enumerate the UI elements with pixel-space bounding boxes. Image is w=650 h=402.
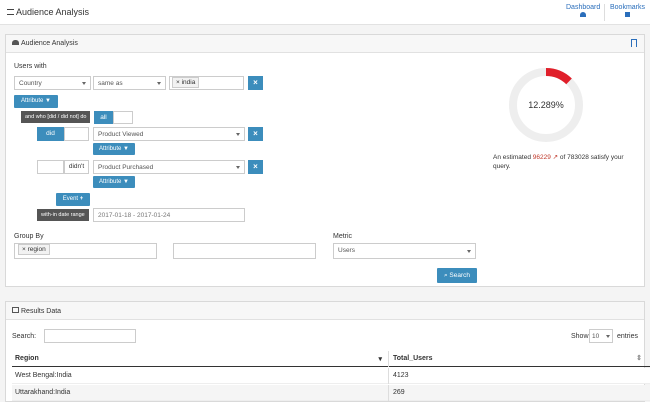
estimate-text: An estimated 96229 ↗ of 783028 satisfy y… bbox=[493, 153, 633, 171]
table-header: Region ▾ Total_Users ⇕ bbox=[12, 351, 650, 367]
show-label: Show bbox=[571, 333, 589, 340]
nav-bookmarks[interactable]: Bookmarks bbox=[610, 4, 645, 17]
column-header-region[interactable]: Region ▾ bbox=[12, 351, 389, 367]
metric-select-value: Users bbox=[338, 247, 355, 254]
metric-select[interactable]: Users bbox=[333, 243, 476, 259]
country-select[interactable]: Country bbox=[14, 76, 91, 90]
users-with-label: Users with bbox=[14, 63, 47, 70]
page-size-value: 10 bbox=[592, 333, 600, 340]
results-panel-title: Results Data bbox=[12, 307, 61, 315]
filter-icon: ▼ bbox=[123, 179, 129, 185]
table-row: Uttarakhand:India 269 bbox=[12, 385, 650, 401]
results-panel-header: Results Data bbox=[6, 302, 644, 320]
results-search-input[interactable] bbox=[44, 329, 136, 343]
event2-attribute-label: Attribute bbox=[99, 179, 122, 185]
audience-panel: Audience Analysis Users with Country sam… bbox=[5, 34, 645, 287]
bookmark-icon bbox=[625, 12, 630, 17]
toggle-any[interactable] bbox=[113, 111, 133, 124]
nav-separator bbox=[604, 4, 605, 21]
group-by-input[interactable]: × region bbox=[14, 243, 157, 259]
did-toggle-off[interactable] bbox=[64, 127, 89, 141]
external-link-icon[interactable]: ↗ bbox=[553, 154, 558, 161]
date-range-label: with-in date range bbox=[37, 209, 89, 221]
event1-select[interactable]: Product Viewed bbox=[93, 127, 245, 141]
estimate-count-link[interactable]: 96229 bbox=[533, 154, 551, 161]
chevron-down-icon bbox=[236, 133, 240, 136]
sort-icon: ⇕ bbox=[636, 355, 642, 362]
list-icon bbox=[7, 9, 14, 15]
gauge-percent: 12.289% bbox=[528, 100, 564, 110]
remove-filter-button[interactable]: × bbox=[248, 76, 263, 90]
chevron-down-icon bbox=[82, 82, 86, 85]
remove-event2-button[interactable]: × bbox=[248, 160, 263, 174]
didnt-toggle[interactable]: didn't bbox=[64, 160, 89, 174]
results-panel: Results Data Search: Show 10 entries Reg… bbox=[5, 301, 650, 402]
search-button[interactable]: ⌕ Search bbox=[437, 268, 477, 283]
value-tag-label: india bbox=[181, 79, 196, 86]
who-label: and who [did / did not] do bbox=[21, 111, 91, 123]
chevron-down-icon bbox=[606, 335, 610, 338]
metric-label: Metric bbox=[333, 233, 353, 240]
column-region-label: Region bbox=[15, 355, 39, 362]
nav-dashboard[interactable]: Dashboard bbox=[566, 4, 600, 17]
attribute-button-label: Attribute bbox=[21, 98, 44, 104]
audience-panel-header: Audience Analysis bbox=[6, 35, 644, 53]
event1-select-value: Product Viewed bbox=[98, 131, 144, 138]
group-by-tag[interactable]: × region bbox=[18, 244, 50, 255]
top-bar: Audience Analysis Dashboard Bookmarks bbox=[0, 0, 650, 25]
add-event-label: Event bbox=[62, 196, 79, 202]
chevron-down-icon bbox=[236, 166, 240, 169]
column-header-total-users[interactable]: Total_Users ⇕ bbox=[389, 351, 650, 367]
add-event-button[interactable]: Event + bbox=[56, 193, 90, 206]
event2-select[interactable]: Product Purchased bbox=[93, 160, 245, 174]
filter-icon: ▼ bbox=[45, 98, 51, 104]
entries-label: entries bbox=[617, 333, 639, 340]
dashboard-icon bbox=[580, 12, 587, 17]
chevron-down-icon bbox=[157, 82, 161, 85]
cell-total-users: 269 bbox=[393, 389, 405, 396]
didnt-toggle-off[interactable] bbox=[37, 160, 64, 174]
users-icon bbox=[12, 40, 19, 45]
value-tag[interactable]: × india bbox=[172, 77, 200, 88]
event1-attribute-label: Attribute bbox=[99, 146, 122, 152]
country-select-value: Country bbox=[19, 80, 42, 87]
cell-region: Uttarakhand:India bbox=[12, 385, 389, 401]
bookmark-icon[interactable] bbox=[631, 39, 637, 47]
cell-total-users: 4123 bbox=[393, 372, 409, 379]
page-size-select[interactable]: 10 bbox=[589, 329, 613, 343]
cell-region: West Bengal:India bbox=[12, 368, 389, 384]
nav-dashboard-label: Dashboard bbox=[566, 4, 601, 11]
estimate-prefix: An estimated bbox=[493, 154, 531, 161]
filter-icon: ▼ bbox=[123, 146, 129, 152]
event2-attribute-button[interactable]: Attribute ▼ bbox=[93, 176, 135, 188]
page-title: Audience Analysis bbox=[7, 7, 89, 17]
secondary-group-input[interactable] bbox=[173, 243, 316, 259]
column-total-label: Total_Users bbox=[393, 355, 433, 362]
group-by-tag-label: region bbox=[27, 246, 46, 253]
date-range-input[interactable]: 2017-01-18 - 2017-01-24 bbox=[93, 208, 245, 222]
value-input[interactable]: × india bbox=[169, 76, 244, 90]
table-icon bbox=[12, 307, 19, 313]
sort-desc-icon: ▾ bbox=[378, 356, 382, 363]
audience-panel-title: Audience Analysis bbox=[12, 40, 78, 47]
toggle-all[interactable]: all bbox=[94, 111, 113, 124]
table-row: West Bengal:India 4123 bbox=[12, 368, 650, 384]
chevron-down-icon bbox=[467, 250, 471, 253]
search-label: Search: bbox=[12, 333, 37, 340]
search-button-label: Search bbox=[449, 272, 471, 279]
plus-icon: + bbox=[79, 196, 84, 202]
operator-select[interactable]: same as bbox=[93, 76, 166, 90]
attribute-button[interactable]: Attribute ▼ bbox=[14, 95, 58, 108]
search-icon: ⌕ bbox=[443, 272, 448, 279]
operator-select-value: same as bbox=[98, 80, 123, 87]
event2-select-value: Product Purchased bbox=[98, 164, 154, 171]
group-by-label: Group By bbox=[14, 233, 44, 240]
audience-gauge: 12.289% bbox=[509, 68, 583, 142]
remove-event1-button[interactable]: × bbox=[248, 127, 263, 141]
nav-bookmarks-label: Bookmarks bbox=[610, 4, 646, 11]
event1-attribute-button[interactable]: Attribute ▼ bbox=[93, 143, 135, 155]
did-toggle[interactable]: did bbox=[37, 127, 64, 141]
